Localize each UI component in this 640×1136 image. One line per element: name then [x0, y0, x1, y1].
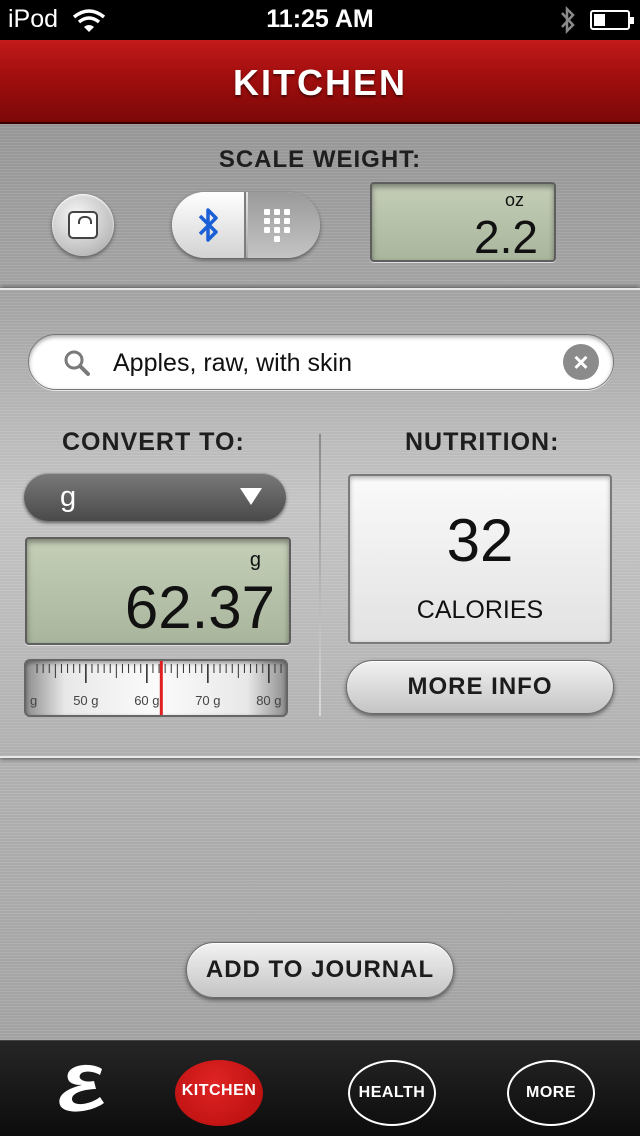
scale-weight-display: oz 2.2 — [370, 182, 556, 263]
bluetooth-status-icon — [559, 5, 577, 40]
battery-icon — [590, 10, 634, 30]
food-search-field[interactable]: Apples, raw, with skin × — [28, 334, 614, 390]
add-to-journal-button[interactable]: ADD TO JOURNAL — [186, 942, 454, 998]
tab-health[interactable]: HEALTH — [348, 1060, 436, 1126]
ruler-tick-label: 70 g — [195, 693, 220, 708]
dropdown-arrow-icon — [240, 488, 262, 505]
weight-ruler[interactable]: g 50 g 60 g 70 g 80 g — [24, 659, 288, 717]
search-input-value[interactable]: Apples, raw, with skin — [113, 349, 352, 378]
logo-icon[interactable] — [50, 1059, 116, 1122]
nutrition-label: NUTRITION: — [405, 428, 560, 456]
page-title: KITCHEN — [233, 62, 407, 103]
convert-to-label: CONVERT TO: — [62, 428, 245, 456]
calories-value: 32 — [446, 507, 514, 574]
column-divider — [319, 434, 321, 716]
converted-weight-unit: g — [249, 549, 261, 571]
keypad-icon — [264, 209, 292, 242]
bluetooth-mode-button[interactable] — [172, 192, 246, 258]
scale-weight-unit: oz — [504, 190, 524, 210]
ruler-tick-label: 80 g — [256, 693, 281, 708]
calories-display: 32 CALORIES — [348, 474, 612, 644]
status-bar: iPod 11:25 AM — [0, 0, 640, 40]
unit-select[interactable]: g — [24, 473, 286, 521]
tab-bar: KITCHEN HEALTH MORE — [0, 1040, 640, 1136]
ruler-tick-label: 60 g — [134, 693, 159, 708]
tab-kitchen[interactable]: KITCHEN — [175, 1060, 263, 1126]
bluetooth-icon — [196, 206, 222, 249]
scale-weight-value: 2.2 — [474, 211, 538, 263]
clear-icon[interactable]: × — [563, 344, 599, 380]
keypad-mode-button[interactable] — [248, 192, 320, 258]
tab-more[interactable]: MORE — [507, 1060, 595, 1126]
scale-button[interactable] — [52, 194, 114, 256]
ruler-tick-label: 50 g — [73, 693, 98, 708]
unit-select-value: g — [60, 481, 77, 513]
scale-icon — [68, 211, 98, 239]
converted-weight-value: 62.37 — [124, 574, 275, 641]
calories-label: CALORIES — [416, 596, 544, 624]
scale-weight-label: SCALE WEIGHT: — [218, 146, 422, 173]
ruler-tick-label: g — [30, 693, 37, 708]
more-info-button[interactable]: MORE INFO — [346, 660, 614, 714]
status-time: 11:25 AM — [266, 5, 374, 33]
converted-weight-display: g 62.37 — [25, 537, 291, 645]
input-mode-toggle[interactable] — [172, 192, 320, 258]
search-icon — [63, 349, 91, 382]
title-bar: KITCHEN — [0, 40, 640, 124]
